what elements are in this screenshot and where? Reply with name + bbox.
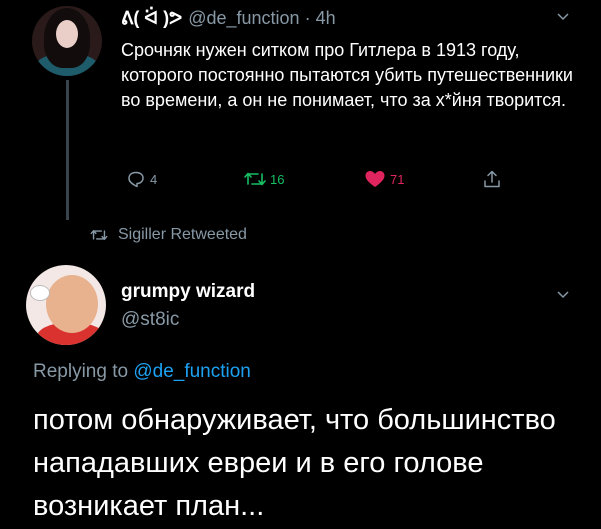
share-upload-icon [484,170,500,188]
user-handle[interactable]: @st8ic [121,309,179,331]
timestamp[interactable]: 4h [316,8,336,28]
avatar[interactable] [32,6,102,76]
avatar[interactable] [26,265,106,345]
tweet-text: потом обнаруживает, что большинство напа… [33,404,556,522]
display-name[interactable]: ᕕ( ᐛ )ᕗ [121,8,182,28]
like-button[interactable]: 71 [364,168,404,190]
mention-link[interactable]: @de_function [133,361,251,382]
reply-button[interactable]: 4 [126,168,157,190]
retweet-button[interactable]: 16 [244,168,284,190]
retweet-arrows-icon [90,230,108,240]
user-handle[interactable]: @de_function [188,8,299,28]
separator-dot: · [304,8,311,28]
retweeted-by-text: Sigiller Retweeted [118,226,247,243]
tweet-actions: 4 16 71 [126,168,546,190]
retweeted-by-label[interactable]: Sigiller Retweeted [90,226,247,244]
comment-bubble-icon [128,171,144,188]
like-count: 71 [390,171,405,187]
replying-to-prefix: Replying to [33,361,129,382]
chevron-down-icon[interactable] [556,10,570,24]
tweet-original[interactable]: ᕕ( ᐛ )ᕗ @de_function · 4h Срочняк нужен с… [0,0,601,222]
share-button[interactable] [482,168,502,190]
chevron-down-icon[interactable] [556,288,570,302]
tweet-text: Срочняк нужен ситком про Гитлера в 1913 … [121,40,573,110]
tweet-header: ᕕ( ᐛ )ᕗ @de_function · 4h [121,8,336,29]
replying-to-line: Replying to @de_function [33,361,251,383]
retweet-count: 16 [270,171,285,187]
display-name[interactable]: grumpy wizard [121,281,255,303]
reply-count: 4 [150,171,158,187]
twitter-thread-screenshot: ᕕ( ᐛ )ᕗ @de_function · 4h Срочняк нужен с… [0,0,601,529]
retweet-arrows-icon [244,172,266,186]
heart-icon [365,171,385,187]
thread-connector-line [66,80,69,220]
